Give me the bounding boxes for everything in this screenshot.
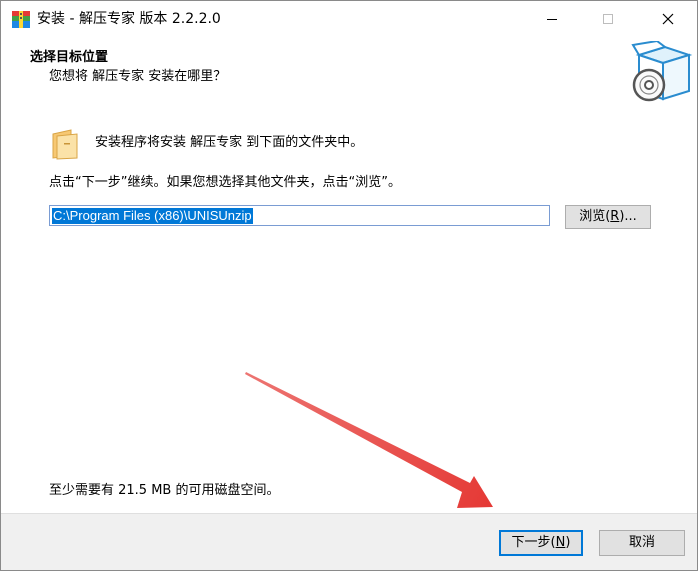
page-title: 选择目标位置 xyxy=(30,50,109,65)
folder-icon xyxy=(52,129,78,160)
disk-space-text: 至少需要有 21.5 MB 的可用磁盘空间。 xyxy=(49,483,280,498)
selected-path-text: C:\Program Files (x86)\UNISUnzip xyxy=(52,207,253,224)
browse-button[interactable]: 浏览(R)... xyxy=(565,205,651,229)
browse-label: 浏览( xyxy=(579,209,611,224)
maximize-icon xyxy=(603,14,613,24)
browse-accelerator: R xyxy=(610,209,620,224)
cancel-button[interactable]: 取消 xyxy=(599,530,685,556)
close-icon xyxy=(662,13,674,25)
button-footer xyxy=(1,513,697,570)
close-button[interactable] xyxy=(645,1,691,37)
install-box-disc-icon xyxy=(631,41,693,102)
installer-window: 安装 - 解压专家 版本 2.2.2.0 选择目标位置 您想将 解压专家 安装在… xyxy=(0,0,698,571)
instruction-text: 点击“下一步”继续。如果您想选择其他文件夹，点击“浏览”。 xyxy=(49,175,401,190)
intro-text: 安装程序将安装 解压专家 到下面的文件夹中。 xyxy=(95,135,364,150)
page-subtitle: 您想将 解压专家 安装在哪里？ xyxy=(49,69,227,84)
zip-archive-icon xyxy=(12,11,30,28)
minimize-icon xyxy=(547,19,557,20)
next-label: 下一步( xyxy=(511,535,556,550)
next-accelerator: N xyxy=(555,535,566,550)
browse-label-suffix: )... xyxy=(619,209,637,224)
wizard-header: 选择目标位置 您想将 解压专家 安装在哪里？ xyxy=(1,37,697,113)
title-bar[interactable]: 安装 - 解压专家 版本 2.2.2.0 xyxy=(1,1,697,37)
minimize-button[interactable] xyxy=(529,1,575,37)
maximize-button[interactable] xyxy=(585,1,631,37)
next-button[interactable]: 下一步(N) xyxy=(499,530,583,556)
window-title: 安装 - 解压专家 版本 2.2.2.0 xyxy=(37,11,221,27)
next-label-suffix: ) xyxy=(565,535,571,550)
destination-path-input[interactable]: C:\Program Files (x86)\UNISUnzip xyxy=(49,205,550,226)
